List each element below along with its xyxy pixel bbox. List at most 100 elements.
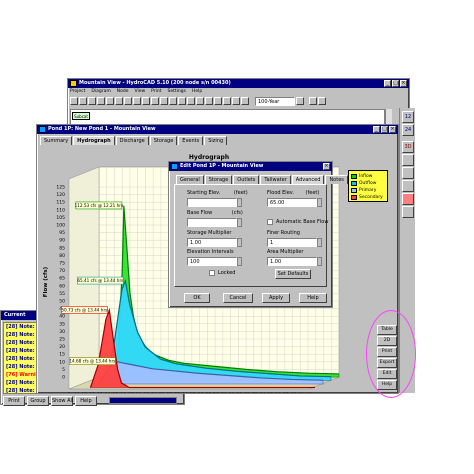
set-defaults-button[interactable]: Set Defaults: [275, 269, 311, 279]
menu-item-diagram[interactable]: Diagram: [91, 88, 110, 95]
stacked-graph-icon[interactable]: [402, 180, 414, 192]
copy-icon[interactable]: [115, 97, 123, 105]
event-icon[interactable]: [318, 97, 326, 105]
settings-icon[interactable]: [223, 97, 231, 105]
apply-button[interactable]: Apply: [262, 293, 290, 303]
area-mult-spinner[interactable]: [317, 257, 322, 266]
pond-maximize-button[interactable]: □: [381, 126, 388, 133]
run-icon[interactable]: [178, 97, 186, 105]
current-show-all-button[interactable]: Show All: [51, 396, 73, 406]
rain-icon[interactable]: [309, 97, 317, 105]
help-icon[interactable]: [232, 97, 240, 105]
red-graph-icon[interactable]: [402, 193, 414, 205]
tab-sizing[interactable]: Sizing: [204, 136, 228, 145]
current-help-button[interactable]: Help: [75, 396, 97, 406]
print-icon[interactable]: [97, 97, 105, 105]
notes-icon[interactable]: [214, 97, 222, 105]
duration-select[interactable]: 100-Year: [255, 97, 295, 106]
menu-item-settings[interactable]: Settings: [168, 88, 186, 95]
tab-hydrograph[interactable]: Hydrograph: [73, 136, 115, 145]
annotation-label: 50.73 cfs @ 13.44 hrs: [61, 307, 107, 312]
starting-elev-spinner[interactable]: [237, 198, 242, 207]
dialog-tab-storage[interactable]: Storage: [204, 175, 233, 184]
x-tick-label: 21: [159, 392, 165, 393]
base-flow-field[interactable]: [187, 218, 237, 227]
hydrograph-icon[interactable]: [402, 154, 414, 166]
cut-icon[interactable]: [106, 97, 114, 105]
tab-summary[interactable]: Summary: [40, 136, 73, 145]
paste-icon[interactable]: [124, 97, 132, 105]
pond-minimize-button[interactable]: _: [373, 126, 380, 133]
calc-icon[interactable]: [241, 97, 249, 105]
save-icon[interactable]: [88, 97, 96, 105]
x-tick-label: 32: [244, 392, 250, 393]
storage-mult-field[interactable]: 1.00: [187, 238, 237, 247]
dialog-tab-general[interactable]: General: [176, 175, 204, 184]
legend-item-outflow: Outflow: [351, 180, 385, 187]
area-mult-field[interactable]: 1.00: [267, 257, 317, 266]
dialog-tab-tailwater[interactable]: Tailwater: [260, 175, 291, 184]
ok-button[interactable]: OK: [184, 293, 210, 303]
menu-item-print[interactable]: Print: [151, 88, 161, 95]
dialog-app-icon: [171, 163, 178, 170]
chevron-down-icon[interactable]: [296, 97, 304, 105]
help-button[interactable]: Help: [299, 293, 327, 303]
subcat-node[interactable]: Subcat: [72, 112, 90, 120]
multi-graph-icon[interactable]: [402, 167, 414, 179]
legend-item-primary: Primary: [351, 187, 385, 194]
pond-close-button[interactable]: ×: [389, 126, 396, 133]
dialog-close-button[interactable]: ×: [323, 163, 330, 170]
tab-discharge[interactable]: Discharge: [115, 136, 149, 145]
current-group-button[interactable]: Group: [27, 396, 49, 406]
finer-routing-spinner[interactable]: [317, 238, 322, 247]
graph-icon[interactable]: [196, 97, 204, 105]
dialog-tab-outlets[interactable]: Outlets: [233, 175, 260, 184]
elev-intervals-field[interactable]: 100: [187, 257, 237, 266]
line-graph-icon[interactable]: [402, 206, 414, 218]
dialog-tab-notes[interactable]: Notes: [325, 175, 348, 184]
flood-elev-spinner[interactable]: [317, 198, 322, 207]
current-print-button[interactable]: Print: [3, 396, 25, 406]
maximize-button[interactable]: □: [392, 80, 399, 87]
main-toolbar: 100-Year: [70, 97, 405, 107]
cancel-button[interactable]: Cancel: [223, 293, 253, 303]
table-icon[interactable]: [205, 97, 213, 105]
open-icon[interactable]: [79, 97, 87, 105]
main-menubar: Project Diagram Node View Print Settings Help: [68, 88, 409, 95]
y-axis-label: Flow (cfs): [43, 266, 49, 297]
minimize-button[interactable]: _: [384, 80, 391, 87]
report-icon[interactable]: [187, 97, 195, 105]
menu-item-help[interactable]: Help: [192, 88, 202, 95]
tab-events[interactable]: Events: [178, 136, 204, 145]
elev-intervals-spinner[interactable]: [237, 257, 242, 266]
auto-base-flow-checkbox[interactable]: [267, 219, 273, 225]
graph-3d-button[interactable]: 3D: [402, 141, 414, 153]
duration-12-button[interactable]: 12: [402, 111, 414, 123]
menu-item-project[interactable]: Project: [70, 88, 85, 95]
y-tick-label: 30: [59, 329, 65, 335]
app-icon: [70, 80, 77, 87]
tab-storage[interactable]: Storage: [149, 136, 178, 145]
close-button[interactable]: ×: [400, 80, 407, 87]
base-flow-spinner[interactable]: [237, 218, 242, 227]
legend-label: Inflow: [359, 174, 373, 179]
auto-base-flow-label: Automatic Base Flow: [276, 219, 329, 225]
current-window-title: Current: [4, 312, 26, 318]
flood-elev-field[interactable]: 65.00: [267, 198, 317, 207]
menu-item-node[interactable]: Node: [117, 88, 129, 95]
storage-mult-spinner[interactable]: [237, 238, 242, 247]
link-tool-icon[interactable]: [169, 97, 177, 105]
starting-elev-field[interactable]: [187, 198, 237, 207]
reach-tool-icon[interactable]: [151, 97, 159, 105]
zoom-icon[interactable]: [133, 97, 141, 105]
y-tick-label: 10: [59, 359, 65, 365]
subcat-tool-icon[interactable]: [142, 97, 150, 105]
locked-checkbox[interactable]: [209, 270, 215, 276]
finer-routing-field[interactable]: 1: [267, 238, 317, 247]
storage-mult-label: Storage Multiplier: [187, 230, 232, 236]
duration-24-button[interactable]: 24: [402, 124, 414, 136]
menu-item-view[interactable]: View: [134, 88, 145, 95]
new-icon[interactable]: [70, 97, 78, 105]
pond-tool-icon[interactable]: [160, 97, 168, 105]
y-tick-label: 50: [59, 299, 65, 305]
